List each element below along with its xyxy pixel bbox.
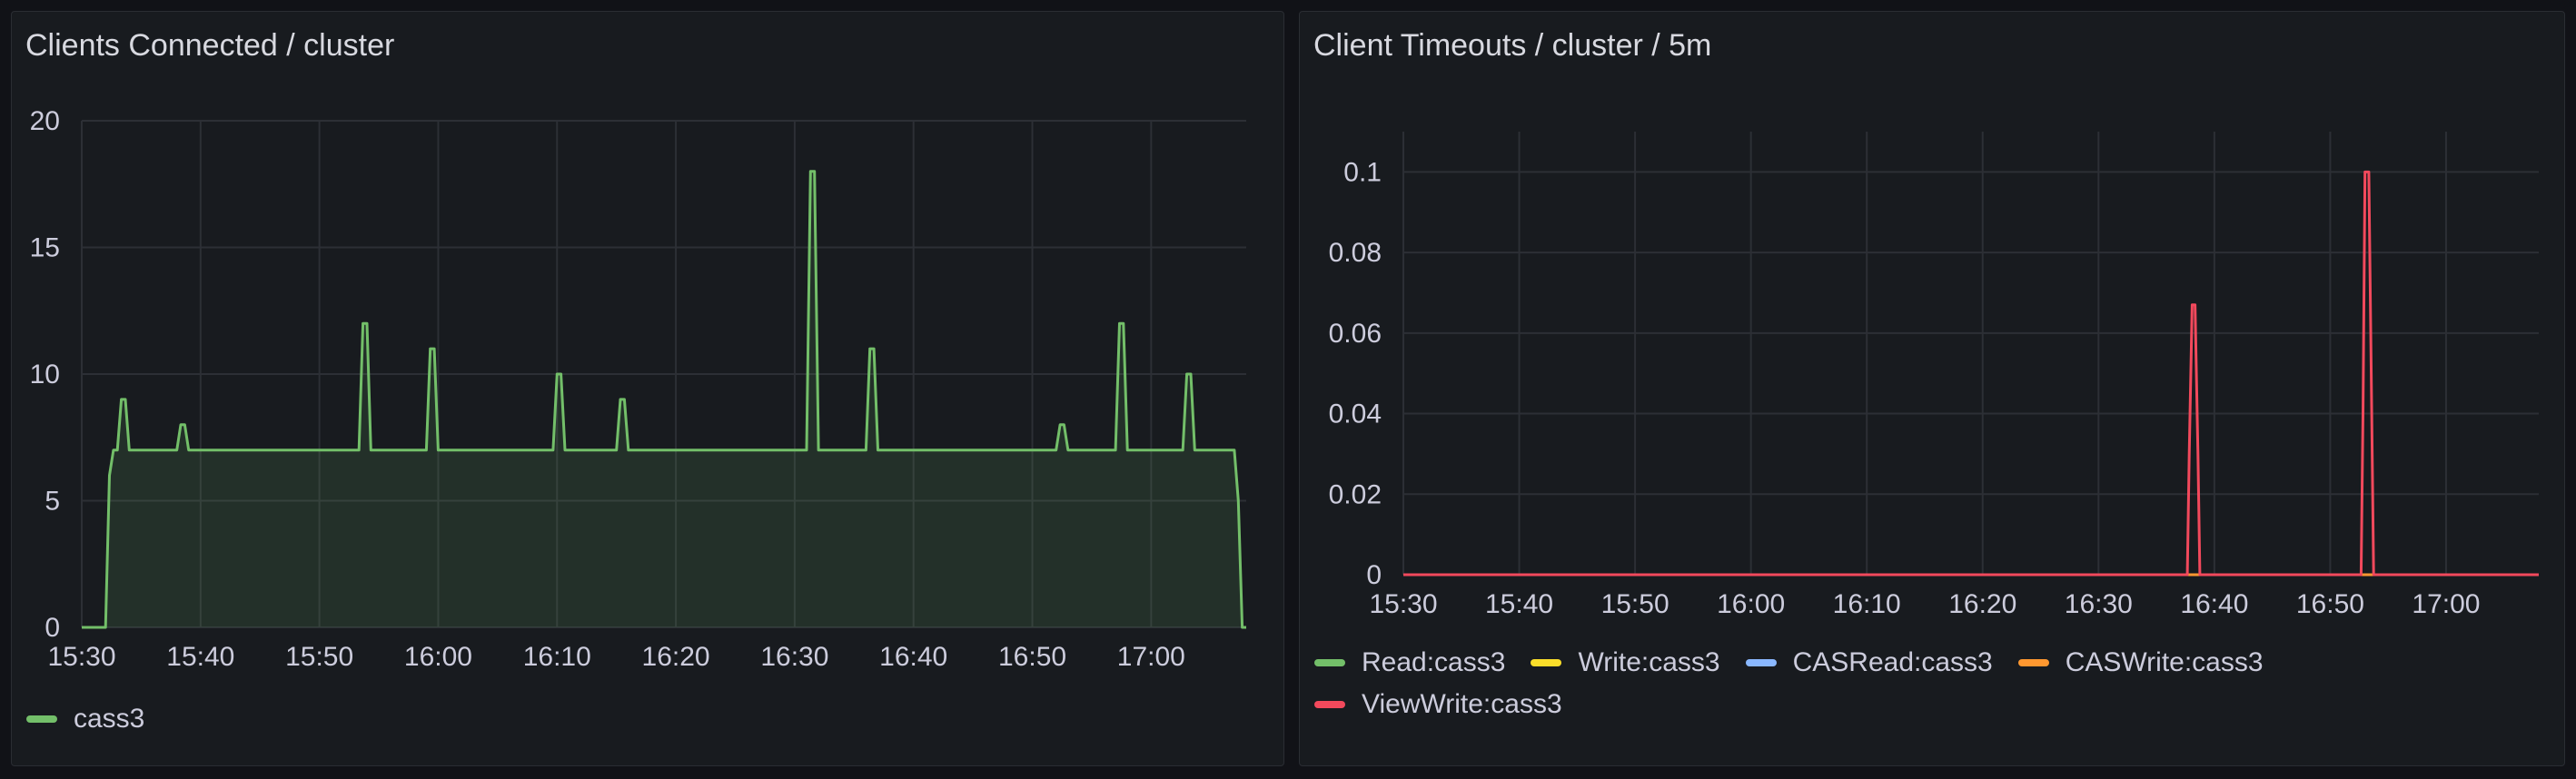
x-tick-label: 16:00 [1717, 589, 1785, 619]
chart-legend: Read:cass3 Write:cass3 CASRead:cass3 CASWri… [1314, 647, 2495, 720]
legend-swatch [1314, 659, 1345, 666]
x-tick-label: 16:20 [642, 642, 710, 672]
x-tick-label: 16:30 [2065, 589, 2133, 619]
series-area-cass3 [82, 171, 1246, 628]
legend-label: ViewWrite:cass3 [1362, 689, 1562, 719]
y-tick-label: 10 [30, 360, 60, 390]
x-tick-label: 16:30 [760, 642, 828, 672]
legend-swatch [26, 715, 57, 723]
y-tick-label: 15 [30, 233, 60, 263]
x-tick-label: 15:50 [285, 642, 353, 672]
x-tick-label: 16:10 [1833, 589, 1901, 619]
x-tick-label: 16:00 [404, 642, 472, 672]
x-tick-label: 17:00 [2412, 589, 2480, 619]
x-tick-label: 16:20 [1948, 589, 2016, 619]
legend-swatch [1745, 659, 1777, 666]
legend-label: CASWrite:cass3 [2065, 647, 2264, 677]
legend-label: cass3 [74, 704, 145, 734]
legend-item[interactable]: CASWrite:cass3 [2017, 647, 2264, 678]
y-tick-label: 5 [45, 487, 60, 517]
x-tick-label: 16:10 [523, 642, 591, 672]
y-tick-label: 0.04 [1329, 399, 1382, 429]
legend-item[interactable]: CASRead:cass3 [1745, 647, 1993, 678]
y-tick-label: 0.1 [1343, 157, 1382, 187]
legend-label: CASRead:cass3 [1792, 647, 1993, 677]
legend-item[interactable]: Write:cass3 [1531, 647, 1720, 678]
x-tick-label: 16:50 [2296, 589, 2364, 619]
chart-legend: cass3 [26, 704, 144, 735]
legend-swatch [1314, 701, 1345, 708]
clients-connected-chart: 15:30 15:40 15:50 16:00 16:10 16:20 16:30 16:40… [30, 106, 1246, 672]
clients-connected-panel: Clients Connected / cluster 15:30 15:40 15… [11, 11, 1284, 766]
legend-label: Read:cass3 [1362, 647, 1506, 677]
legend-swatch [2017, 659, 2049, 666]
legend-item[interactable]: ViewWrite:cass3 [1314, 689, 1562, 720]
y-tick-label: 0.02 [1329, 479, 1382, 509]
x-tick-label: 15:30 [47, 642, 115, 672]
x-tick-label: 16:40 [2180, 589, 2248, 619]
x-tick-label: 16:40 [879, 642, 947, 672]
x-tick-label: 15:50 [1601, 589, 1669, 619]
x-tick-label: 15:40 [166, 642, 234, 672]
x-tick-label: 15:40 [1485, 589, 1553, 619]
y-tick-label: 20 [30, 106, 60, 136]
x-tick-label: 15:30 [1369, 589, 1437, 619]
y-tick-label: 0 [1366, 560, 1382, 590]
y-tick-label: 0.08 [1329, 238, 1382, 268]
x-tick-label: 17:00 [1117, 642, 1185, 672]
y-tick-label: 0 [45, 613, 60, 643]
x-tick-label: 16:50 [998, 642, 1066, 672]
legend-item[interactable]: Read:cass3 [1314, 647, 1505, 678]
y-tick-label: 0.06 [1329, 319, 1382, 349]
legend-item[interactable]: cass3 [26, 704, 144, 735]
legend-label: Write:cass3 [1578, 647, 1720, 677]
legend-swatch [1531, 659, 1562, 666]
client-timeouts-panel: Client Timeouts / cluster / 5m 15:30 15:4… [1299, 11, 2565, 766]
series-line-viewwrite-cass3[interactable] [1403, 170, 2539, 577]
